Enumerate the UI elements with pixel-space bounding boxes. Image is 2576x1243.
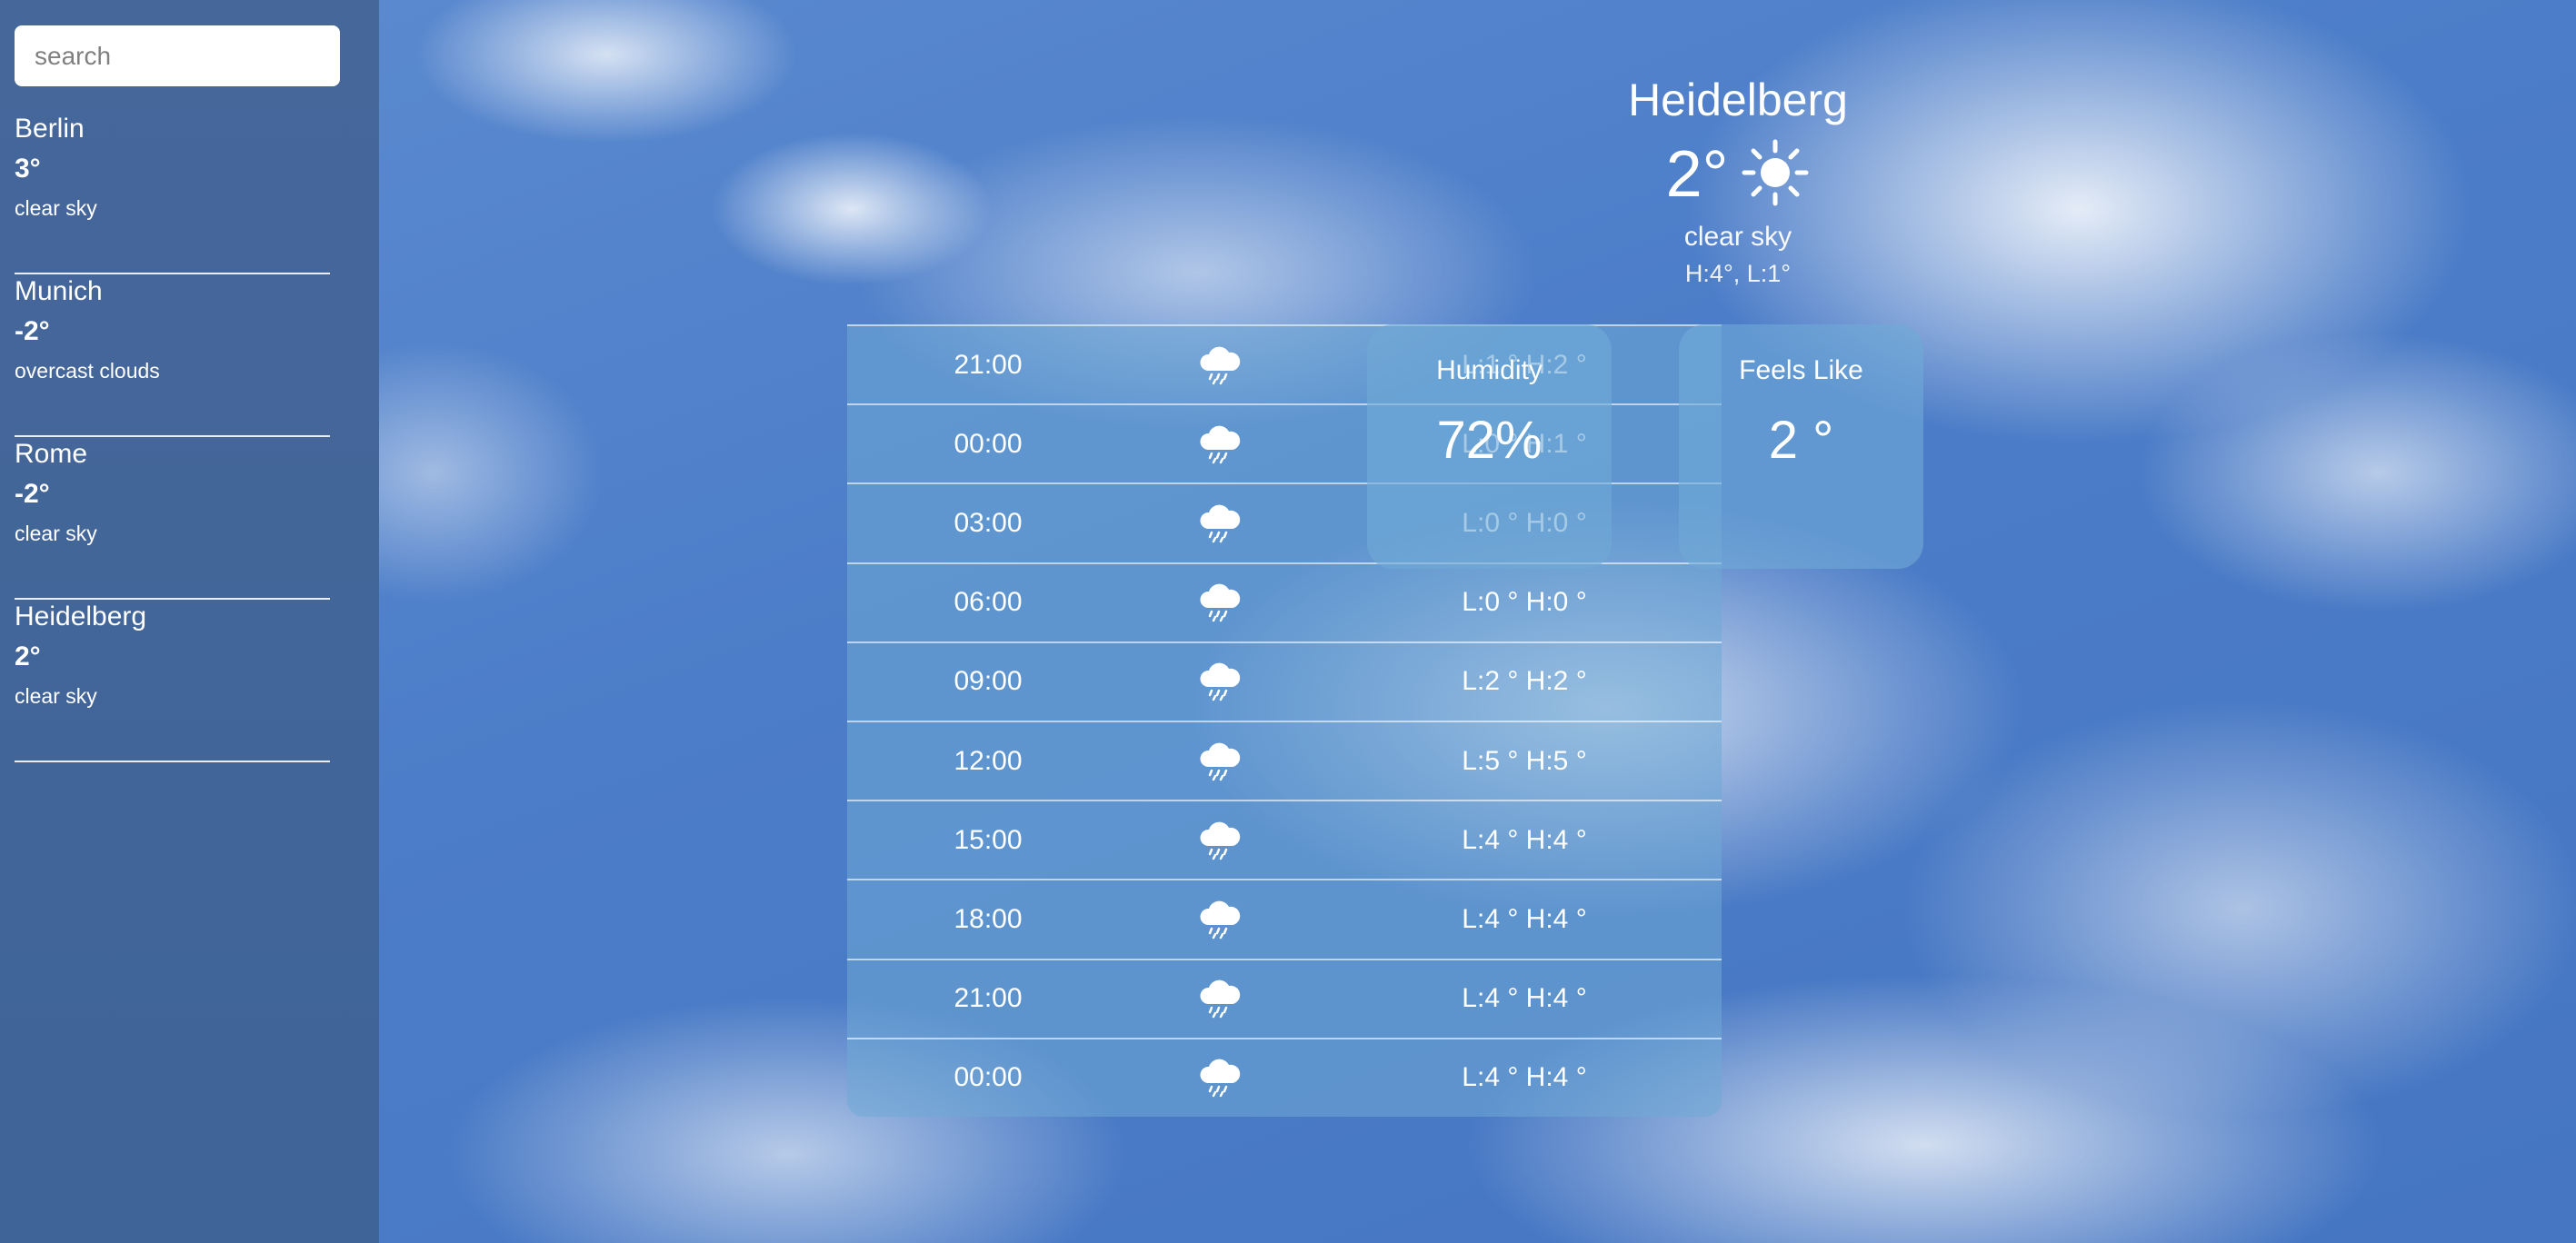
forecast-range: L:4 ° H:4 ° bbox=[1462, 983, 1587, 1014]
rain-cloud-icon bbox=[1195, 424, 1244, 464]
city-item-munich[interactable]: Munich -2° overcast clouds bbox=[15, 275, 330, 437]
forecast-row: 21:00 L:4 ° H:4 ° bbox=[847, 958, 1722, 1038]
search-box bbox=[15, 25, 340, 86]
city-temp: -2° bbox=[15, 479, 50, 509]
rain-cloud-icon bbox=[1195, 900, 1244, 940]
rain-cloud-icon bbox=[1195, 979, 1244, 1019]
forecast-row: 18:00 L:4 ° H:4 ° bbox=[847, 879, 1722, 958]
forecast-range: L:0 ° H:0 ° bbox=[1462, 587, 1587, 618]
current-temp-row: 2° bbox=[1511, 134, 1965, 215]
feels-like-label: Feels Like bbox=[1739, 355, 1863, 385]
forecast-range: L:5 ° H:5 ° bbox=[1462, 745, 1587, 776]
city-temp: 3° bbox=[15, 154, 41, 184]
city-temp: -2° bbox=[15, 316, 50, 346]
forecast-time: 12:00 bbox=[954, 745, 1023, 776]
forecast-time: 21:00 bbox=[954, 983, 1023, 1014]
current-high-low: H:4°, L:1° bbox=[1684, 260, 1792, 287]
forecast-row: 00:00 L:4 ° H:4 ° bbox=[847, 1037, 1722, 1117]
humidity-tile: Humidity 72% bbox=[1367, 324, 1612, 569]
rain-cloud-icon bbox=[1195, 741, 1244, 781]
forecast-time: 09:00 bbox=[954, 666, 1023, 697]
forecast-range: L:4 ° H:4 ° bbox=[1462, 824, 1587, 855]
sun-icon bbox=[1741, 138, 1810, 212]
city-desc: clear sky bbox=[15, 684, 97, 708]
forecast-time: 00:00 bbox=[954, 428, 1023, 459]
current-weather: Heidelberg 2° clear sky H:4°, L:1° bbox=[1511, 68, 1965, 290]
forecast-time: 03:00 bbox=[954, 507, 1023, 538]
forecast-range: L:4 ° H:4 ° bbox=[1462, 1062, 1587, 1093]
current-temp: 2° bbox=[1665, 138, 1729, 211]
rain-cloud-icon bbox=[1195, 503, 1244, 543]
city-item-heidelberg[interactable]: Heidelberg 2° clear sky bbox=[15, 601, 330, 762]
rain-cloud-icon bbox=[1195, 1058, 1244, 1098]
forecast-time: 15:00 bbox=[954, 824, 1023, 855]
city-name: Rome bbox=[15, 439, 88, 469]
feels-like-value: 2 ° bbox=[1768, 411, 1834, 470]
rain-cloud-icon bbox=[1195, 661, 1244, 701]
forecast-range: L:2 ° H:2 ° bbox=[1462, 666, 1587, 697]
city-name: Heidelberg bbox=[15, 602, 147, 631]
city-item-berlin[interactable]: Berlin 3° clear sky bbox=[15, 113, 330, 274]
city-item-rome[interactable]: Rome -2° clear sky bbox=[15, 438, 330, 600]
forecast-row: 06:00 L:0 ° H:0 ° bbox=[847, 562, 1722, 641]
forecast-time: 06:00 bbox=[954, 587, 1023, 618]
forecast-time: 00:00 bbox=[954, 1062, 1023, 1093]
sidebar: Berlin 3° clear sky Munich -2° overcast … bbox=[0, 0, 379, 1243]
city-desc: overcast clouds bbox=[15, 359, 160, 383]
humidity-value: 72% bbox=[1436, 411, 1543, 470]
forecast-row: 12:00 L:5 ° H:5 ° bbox=[847, 720, 1722, 800]
rain-cloud-icon bbox=[1195, 820, 1244, 860]
forecast-range: L:4 ° H:4 ° bbox=[1462, 903, 1587, 934]
current-city-title: Heidelberg bbox=[1628, 75, 1848, 125]
city-desc: clear sky bbox=[15, 196, 97, 220]
rain-cloud-icon bbox=[1195, 345, 1244, 385]
forecast-row: 09:00 L:2 ° H:2 ° bbox=[847, 641, 1722, 721]
forecast-time: 21:00 bbox=[954, 349, 1023, 380]
weather-main: Heidelberg 2° clear sky H:4°, L:1° 21:00… bbox=[379, 0, 2576, 1243]
rain-cloud-icon bbox=[1195, 582, 1244, 622]
feels-like-tile: Feels Like 2 ° bbox=[1679, 324, 1923, 569]
forecast-row: 15:00 L:4 ° H:4 ° bbox=[847, 800, 1722, 879]
humidity-label: Humidity bbox=[1436, 355, 1543, 385]
forecast-time: 18:00 bbox=[954, 903, 1023, 934]
search-input[interactable] bbox=[15, 25, 340, 86]
city-name: Munich bbox=[15, 276, 103, 306]
current-desc: clear sky bbox=[1683, 222, 1792, 252]
city-name: Berlin bbox=[15, 114, 85, 144]
city-temp: 2° bbox=[15, 641, 41, 671]
city-desc: clear sky bbox=[15, 522, 97, 545]
